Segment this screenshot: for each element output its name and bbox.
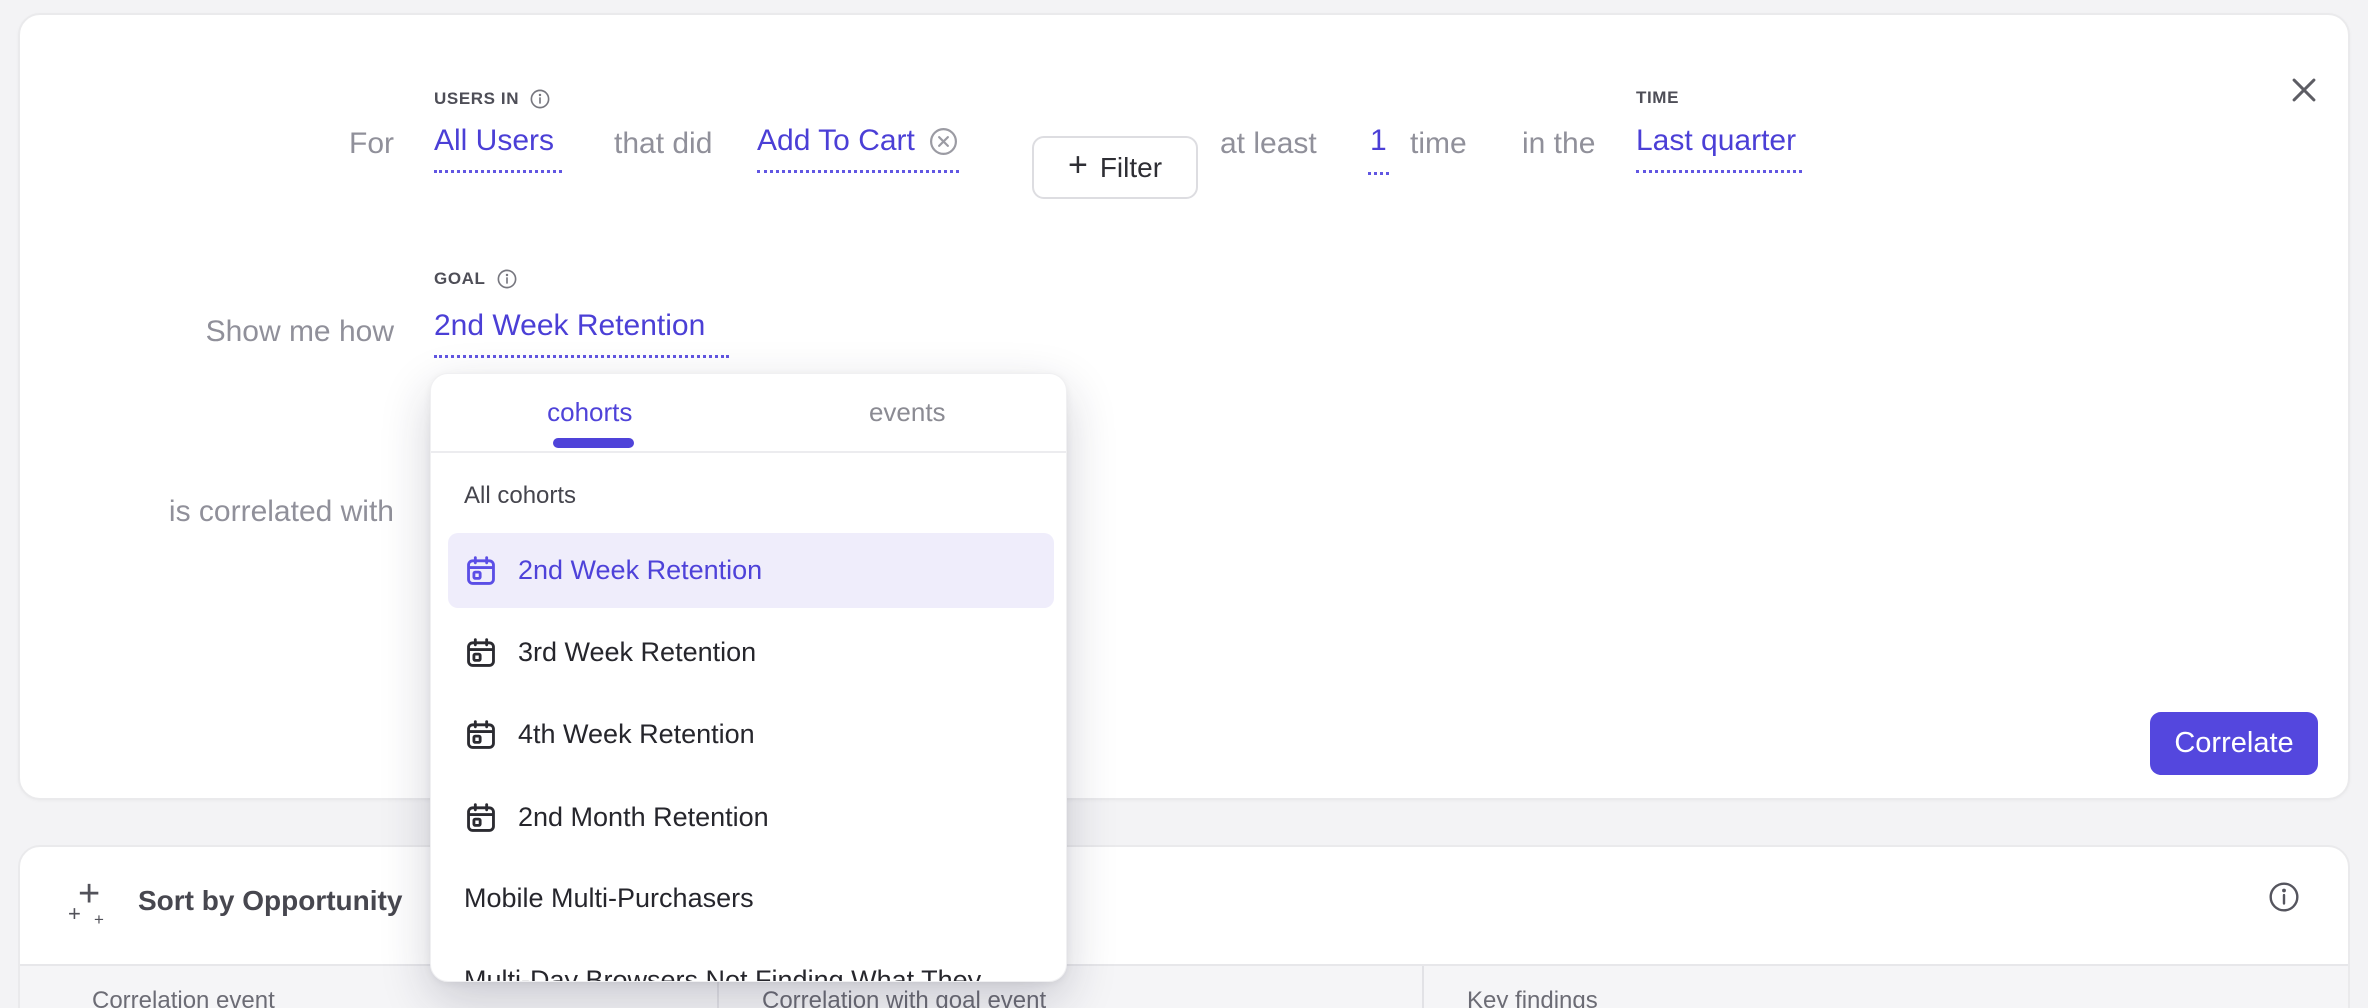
sort-button-label: Sort by Opportunity xyxy=(138,885,402,917)
list-item-label: 2nd Month Retention xyxy=(518,802,769,833)
results-panel: + + + Sort by Opportunity Correlation ev… xyxy=(18,845,2350,1008)
list-item-label: 2nd Week Retention xyxy=(518,555,762,586)
correlation-analysis-screen: USERS IN For All Users that did Add To C… xyxy=(0,0,2368,1008)
column-divider xyxy=(1422,966,1424,1008)
list-item-label: 3rd Week Retention xyxy=(518,637,756,668)
calendar-icon xyxy=(464,636,498,670)
info-icon[interactable] xyxy=(496,268,518,290)
add-filter-button[interactable]: + Filter xyxy=(1032,136,1198,199)
time-label-text: TIME xyxy=(1636,88,1679,108)
goal-selector-value: 2nd Week Retention xyxy=(434,309,705,343)
query-builder-card: USERS IN For All Users that did Add To C… xyxy=(18,13,2350,800)
list-item-label: Mobile Multi-Purchasers xyxy=(464,883,754,914)
results-table-header: Correlation event Correlation with goal … xyxy=(20,964,2348,1008)
users-in-label: USERS IN xyxy=(434,88,551,110)
plus-icon: + xyxy=(1068,146,1088,185)
sparkle-plus-medium: + xyxy=(68,903,81,925)
goal-dropdown: cohorts events All cohorts 2nd Week Rete… xyxy=(430,373,1067,982)
sparkle-icon: + + + xyxy=(68,873,116,929)
tab-events[interactable]: events xyxy=(749,374,1067,451)
cohort-selector[interactable]: All Users xyxy=(434,124,562,173)
list-item-2nd-week-retention[interactable]: 2nd Week Retention xyxy=(448,533,1054,608)
close-icon xyxy=(2287,73,2321,107)
close-button[interactable] xyxy=(2272,58,2336,122)
results-info-button[interactable] xyxy=(2254,867,2314,927)
info-icon xyxy=(2267,880,2301,914)
list-item-label: Multi-Day Browsers Not Finding What They xyxy=(464,965,981,982)
cohort-selector-value: All Users xyxy=(434,124,554,158)
sentence-time: time xyxy=(1410,127,1467,161)
sentence-prefix-for: For xyxy=(102,127,394,161)
sort-by-opportunity-button[interactable]: + + + Sort by Opportunity xyxy=(68,873,402,929)
sparkle-plus-small: + xyxy=(94,911,104,928)
time-range-value: Last quarter xyxy=(1636,124,1796,158)
filter-button-label: Filter xyxy=(1100,152,1162,184)
cohort-section-header: All cohorts xyxy=(464,482,576,510)
remove-event-icon[interactable] xyxy=(928,126,959,157)
list-item-2nd-month-retention[interactable]: 2nd Month Retention xyxy=(448,780,1054,855)
column-header-correlation-with-goal: Correlation with goal event xyxy=(762,987,1046,1008)
list-item-mobile-multi-purchasers[interactable]: Mobile Multi-Purchasers xyxy=(448,861,1054,936)
list-item-4th-week-retention[interactable]: 4th Week Retention xyxy=(448,697,1054,772)
goal-label: GOAL xyxy=(434,268,518,290)
goal-selector[interactable]: 2nd Week Retention xyxy=(434,309,729,358)
info-icon[interactable] xyxy=(529,88,551,110)
sentence-show-me-how: Show me how xyxy=(102,315,394,349)
count-stepper[interactable]: 1 xyxy=(1368,124,1389,175)
column-header-key-findings: Key findings xyxy=(1467,987,1598,1008)
event-selector[interactable]: Add To Cart xyxy=(757,124,959,173)
users-in-label-text: USERS IN xyxy=(434,89,519,109)
calendar-icon xyxy=(464,554,498,588)
sentence-at-least: at least xyxy=(1220,127,1317,161)
calendar-icon xyxy=(464,718,498,752)
active-tab-indicator xyxy=(553,438,634,448)
correlate-button[interactable]: Correlate xyxy=(2150,712,2318,775)
list-item-3rd-week-retention[interactable]: 3rd Week Retention xyxy=(448,615,1054,690)
sparkle-plus-large: + xyxy=(78,875,100,913)
column-header-correlation-event: Correlation event xyxy=(92,987,275,1008)
list-item-label: 4th Week Retention xyxy=(518,719,755,750)
dropdown-tabs: cohorts events xyxy=(431,374,1066,453)
event-selector-value: Add To Cart xyxy=(757,124,915,158)
sentence-that-did: that did xyxy=(614,127,712,161)
list-item-multi-day-browsers[interactable]: Multi-Day Browsers Not Finding What They xyxy=(448,943,1054,982)
time-label: TIME xyxy=(1636,88,1679,108)
time-range-selector[interactable]: Last quarter xyxy=(1636,124,1802,173)
sentence-is-correlated-with: is correlated with xyxy=(62,495,394,529)
count-value: 1 xyxy=(1368,124,1389,175)
goal-label-text: GOAL xyxy=(434,269,486,289)
calendar-icon xyxy=(464,801,498,835)
sentence-in-the: in the xyxy=(1522,127,1595,161)
